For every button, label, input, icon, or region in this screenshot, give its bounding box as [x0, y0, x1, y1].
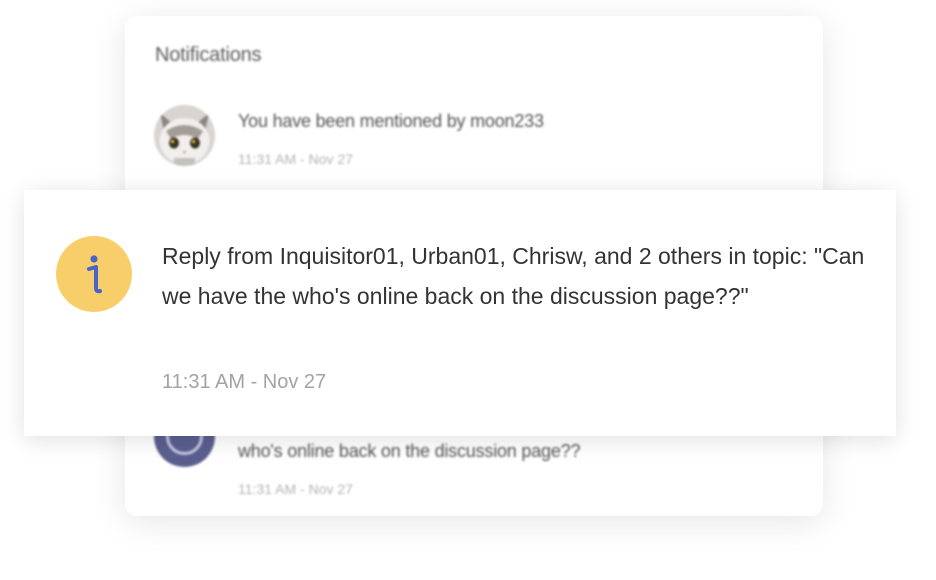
notification-time: 11:31 AM - Nov 27	[238, 151, 353, 167]
cat-avatar-icon	[154, 105, 215, 166]
panel-title: Notifications	[155, 44, 262, 66]
notification-time: 11:31 AM - Nov 27	[162, 371, 327, 393]
notification-card[interactable]: Reply from Inquisitor01, Urban01, Chrisw…	[24, 190, 896, 436]
notification-message: Reply from Inquisitor01, Urban01, Chrisw…	[162, 243, 865, 309]
notification-text: who's online back on the discussion page…	[238, 441, 581, 461]
info-icon	[56, 236, 132, 312]
notification-text: You have been mentioned by moon233	[238, 111, 544, 131]
notification-time: 11:31 AM - Nov 27	[238, 481, 353, 497]
